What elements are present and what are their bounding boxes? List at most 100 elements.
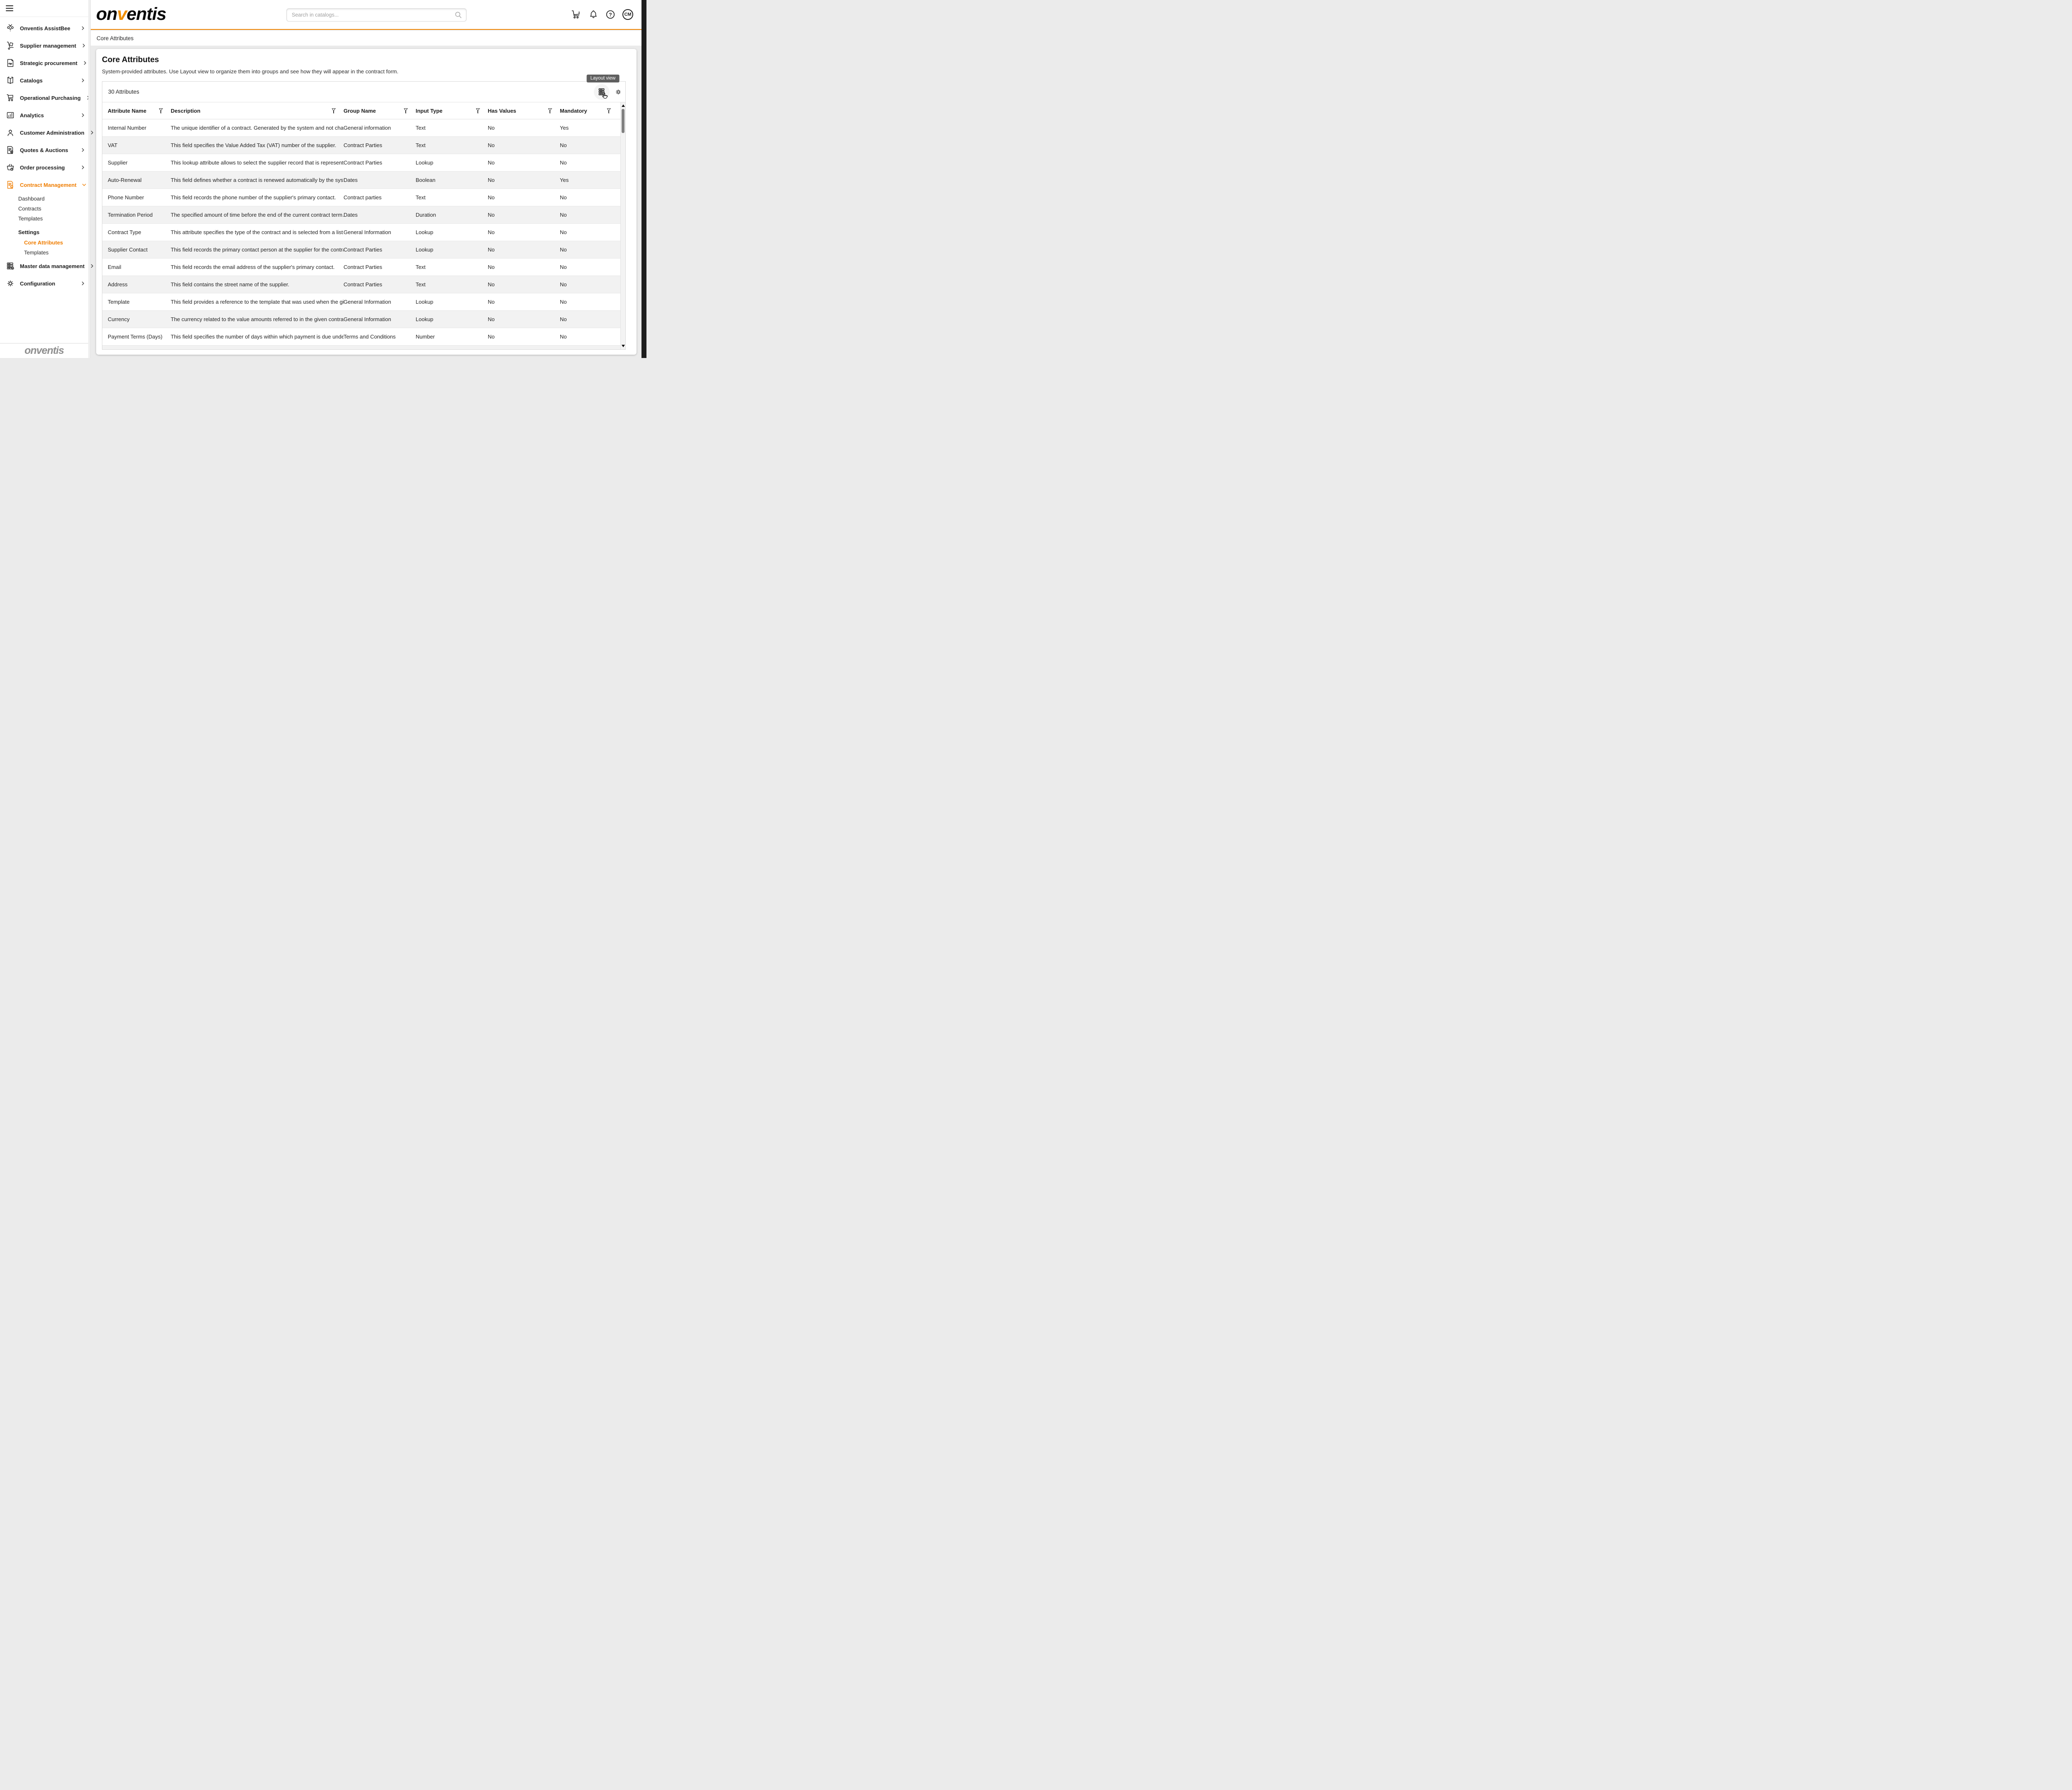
scroll-down-arrow-icon[interactable] — [622, 345, 625, 347]
table-row[interactable]: Payment Terms (Days) This field specifie… — [102, 328, 625, 346]
cell-attribute-name: Internal Number — [108, 125, 171, 131]
sidebar-item-order-processing[interactable]: Order processing — [0, 159, 90, 176]
sidebar-item-master-data-management[interactable]: Master data management — [0, 257, 90, 275]
search-input[interactable] — [286, 8, 467, 22]
cell-has-values: No — [488, 142, 560, 148]
table-row[interactable]: Contract Type This attribute specifies t… — [102, 224, 625, 241]
table-row[interactable] — [102, 346, 625, 350]
cell-has-values: No — [488, 177, 560, 183]
cell-has-values: No — [488, 316, 560, 322]
cell-input-type: Lookup — [416, 160, 488, 166]
table-toolbar: 30 Attributes — [102, 82, 625, 102]
table-row[interactable]: Address This field contains the street n… — [102, 276, 625, 293]
sidebar-subitem-dashboard[interactable]: Dashboard — [0, 194, 90, 203]
table-row[interactable]: Template This field provides a reference… — [102, 293, 625, 311]
sidebar-item-catalogs[interactable]: Catalogs — [0, 72, 90, 89]
column-header-mandatory[interactable]: Mandatory — [560, 108, 619, 114]
scroll-up-arrow-icon[interactable] — [622, 104, 625, 107]
cell-mandatory: No — [560, 316, 619, 322]
cell-input-type: Text — [416, 281, 488, 288]
column-header-group-name[interactable]: Group Name — [344, 108, 416, 114]
sidebar-footer: onventis — [0, 343, 88, 358]
chevron-right-icon — [80, 26, 85, 31]
sidebar-item-supplier-management[interactable]: Supplier management — [0, 37, 90, 54]
user-admin-icon — [6, 128, 15, 137]
cell-group-name: Contract Parties — [344, 160, 416, 166]
sidebar-item-customer-administration[interactable]: Customer Administration — [0, 124, 90, 141]
table-body: Internal Number The unique identifier of… — [102, 119, 625, 350]
cell-input-type: Text — [416, 194, 488, 201]
help-icon[interactable]: ? — [605, 10, 615, 19]
sidebar-item-configuration[interactable]: Configuration — [0, 275, 90, 292]
sidebar-subitem-settings-templates[interactable]: Templates — [0, 247, 90, 257]
column-header-description[interactable]: Description — [171, 108, 344, 114]
sidebar-subitem-templates[interactable]: Templates — [0, 213, 90, 223]
database-check-icon — [6, 261, 15, 271]
cell-attribute-name: Template — [108, 299, 171, 305]
table-row[interactable]: Termination Period The specified amount … — [102, 206, 625, 224]
cell-input-type: Text — [416, 125, 488, 131]
filter-icon[interactable] — [332, 108, 336, 114]
sidebar-item-analytics[interactable]: Analytics — [0, 106, 90, 124]
table-row[interactable]: Supplier Contact This field records the … — [102, 241, 625, 259]
cell-mandatory: No — [560, 212, 619, 218]
cell-input-type: Lookup — [416, 299, 488, 305]
column-label: Attribute Name — [108, 108, 146, 114]
mouse-hand-cursor-icon — [601, 92, 610, 101]
onventis-logo[interactable]: onventis — [96, 4, 166, 24]
sidebar-item-label: Order processing — [20, 164, 65, 171]
table-row[interactable]: Currency The currency related to the val… — [102, 311, 625, 328]
table-settings-button[interactable] — [612, 86, 625, 98]
column-header-input-type[interactable]: Input Type — [416, 108, 488, 114]
sidebar-item-assistbee[interactable]: Onventis AssistBee — [0, 19, 90, 37]
cell-attribute-name: Supplier Contact — [108, 247, 171, 253]
table-row[interactable]: Phone Number This field records the phon… — [102, 189, 625, 206]
cell-input-type: Duration — [416, 212, 488, 218]
table-row[interactable]: Email This field records the email addre… — [102, 259, 625, 276]
sidebar-scrollbar[interactable] — [88, 0, 90, 358]
cell-description: The specified amount of time before the … — [171, 212, 344, 218]
search-icon[interactable] — [454, 11, 462, 19]
table-row[interactable]: VAT This field specifies the Value Added… — [102, 137, 625, 154]
column-label: Group Name — [344, 108, 376, 114]
sidebar-subitem-label: Templates — [18, 215, 43, 222]
handtruck-icon — [6, 41, 15, 50]
toolbar-icons — [594, 84, 625, 100]
page-scrollbar[interactable] — [641, 0, 646, 358]
attributes-table-panel: 30 Attributes — [102, 81, 626, 350]
cell-has-values: No — [488, 299, 560, 305]
scrollbar-thumb[interactable] — [622, 109, 625, 133]
sidebar-item-operational-purchasing[interactable]: Operational Purchasing — [0, 89, 90, 106]
cell-group-name: Terms and Conditions — [344, 334, 416, 340]
table-row[interactable]: Auto-Renewal This field defines whether … — [102, 172, 625, 189]
cart-icon[interactable] — [571, 9, 581, 20]
sidebar-subitem-settings[interactable]: Settings — [0, 227, 90, 237]
menu-hamburger-icon[interactable] — [6, 5, 13, 11]
sidebar-subitem-label: Core Attributes — [24, 239, 63, 246]
cell-group-name: Dates — [344, 212, 416, 218]
filter-icon[interactable] — [548, 108, 552, 114]
breadcrumb[interactable]: Core Attributes — [97, 35, 133, 41]
user-avatar[interactable]: CM — [622, 9, 633, 20]
filter-icon[interactable] — [159, 108, 163, 114]
column-header-attribute-name[interactable]: Attribute Name — [108, 108, 171, 114]
sidebar-subitem-contracts[interactable]: Contracts — [0, 203, 90, 213]
sidebar-item-label: Strategic procurement — [20, 60, 77, 66]
column-header-has-values[interactable]: Has Values — [488, 108, 560, 114]
cell-has-values: No — [488, 334, 560, 340]
bell-icon[interactable] — [588, 10, 598, 19]
table-scrollbar[interactable] — [620, 102, 625, 349]
filter-icon[interactable] — [607, 108, 611, 114]
sidebar-subitem-core-attributes[interactable]: Core Attributes — [0, 237, 90, 247]
chevron-right-icon — [80, 148, 85, 152]
sidebar-item-contract-management[interactable]: § Contract Management — [0, 176, 90, 194]
chevron-right-icon — [80, 113, 85, 118]
sidebar-item-strategic-procurement[interactable]: Strategic procurement — [0, 54, 90, 72]
filter-icon[interactable] — [476, 108, 480, 114]
filter-icon[interactable] — [404, 108, 408, 114]
table-row[interactable]: Supplier This lookup attribute allows to… — [102, 154, 625, 172]
sidebar-item-quotes-auctions[interactable]: Quotes & Auctions — [0, 141, 90, 159]
table-row[interactable]: Internal Number The unique identifier of… — [102, 119, 625, 137]
layout-view-button[interactable] — [594, 84, 610, 100]
cell-group-name: Dates — [344, 177, 416, 183]
